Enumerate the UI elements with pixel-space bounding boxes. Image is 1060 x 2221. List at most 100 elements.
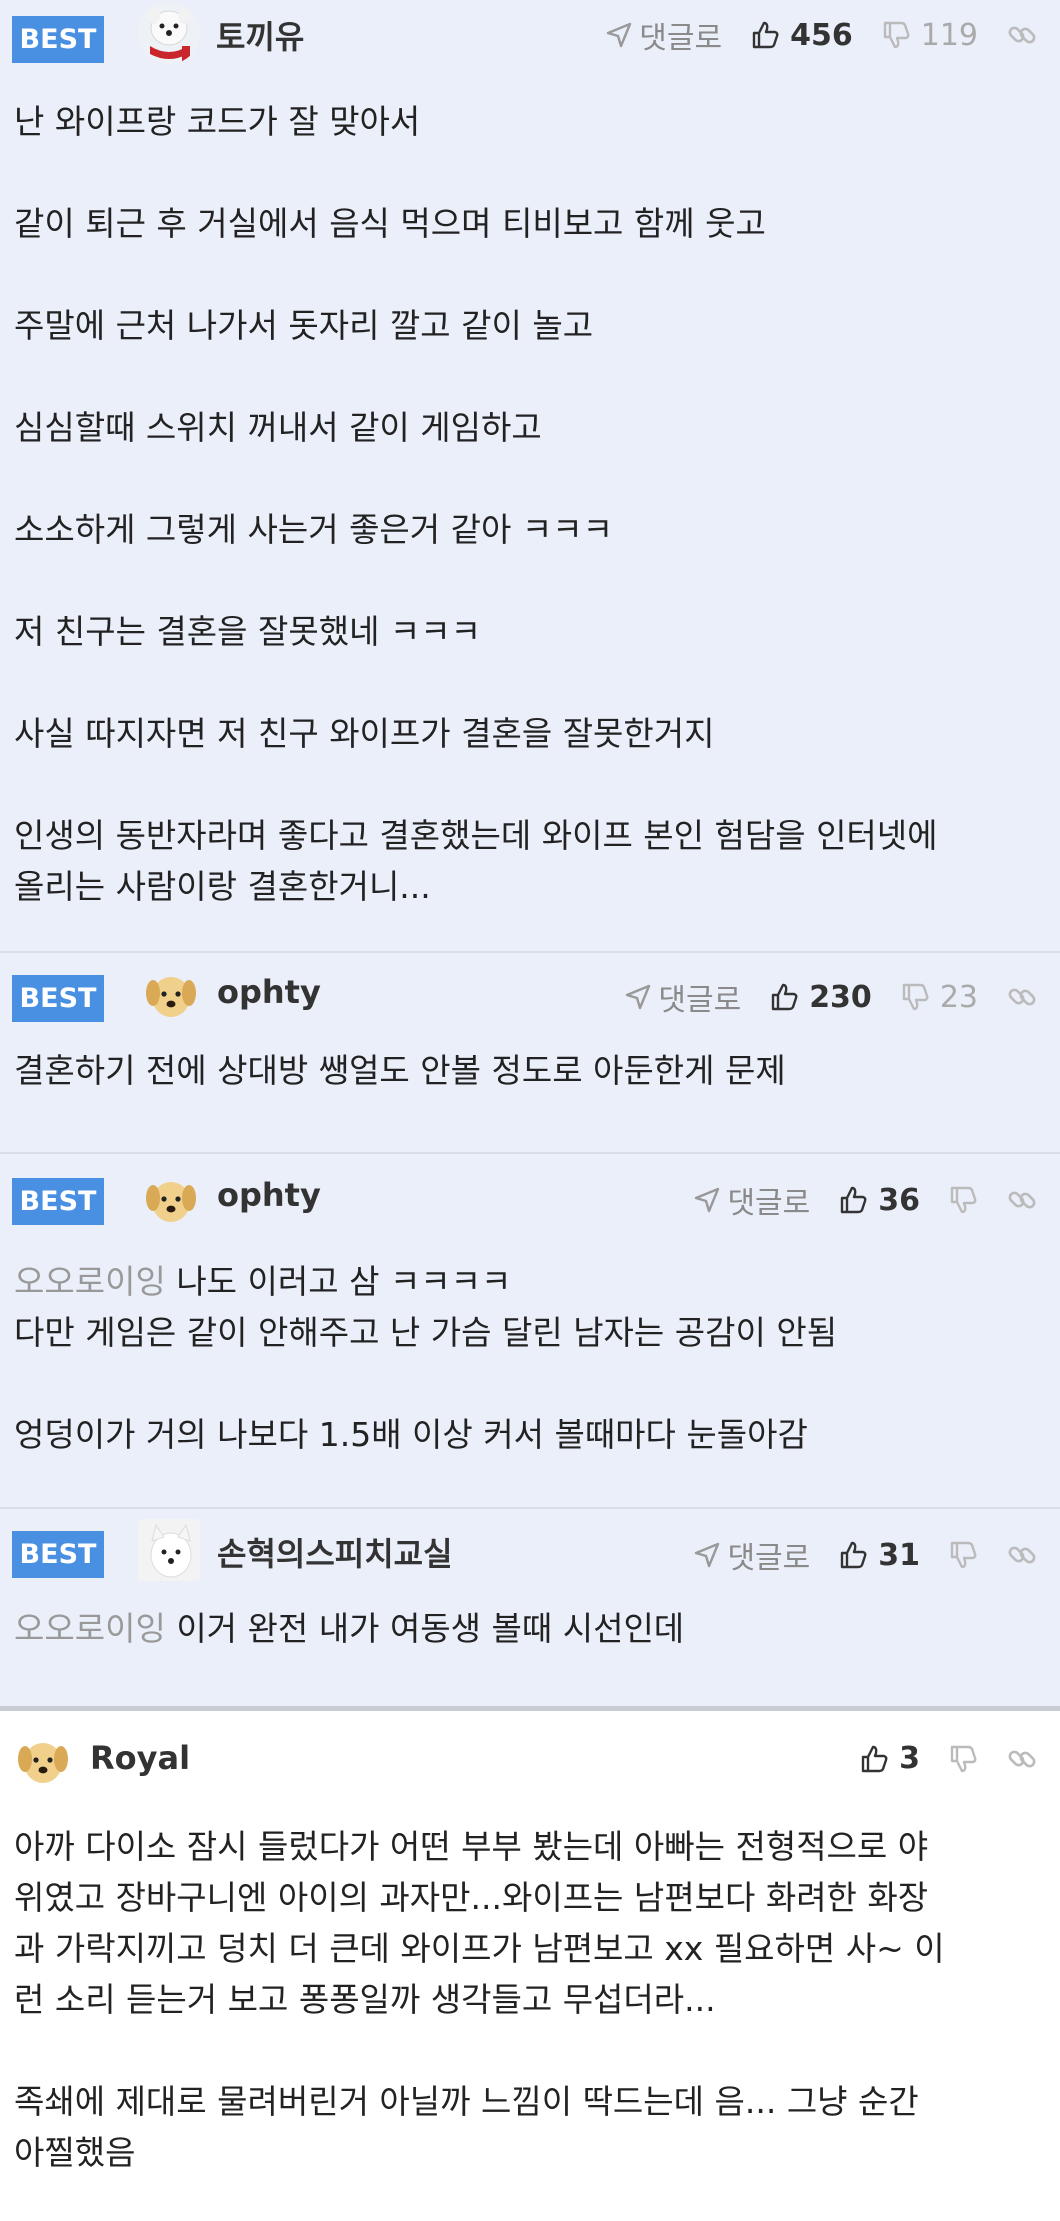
nickname[interactable]: ophty (217, 1176, 321, 1214)
comment-text: 나도 이러고 삼 ㅋㅋㅋㅋ (176, 1262, 512, 1301)
thumbs-down-icon (883, 21, 910, 49)
like-button[interactable]: 456 (750, 18, 853, 53)
reply-button[interactable]: 댓글로 (605, 13, 722, 57)
like-button[interactable]: 36 (838, 1183, 920, 1218)
comment-2: BEST ophty 댓글로 230 23 결혼하기 전에 상대방 쌩얼도 안볼… (0, 953, 1060, 1154)
send-icon (695, 1187, 720, 1213)
comment-paragraph: 사실 따지자면 저 친구 와이프가 결혼을 잘못한거지 (14, 714, 715, 753)
link-button[interactable] (1006, 1184, 1038, 1216)
link-icon (1008, 988, 1036, 1006)
like-button[interactable]: 3 (859, 1741, 920, 1776)
like-count: 36 (878, 1182, 920, 1218)
comment-paragraph: 엉덩이가 거의 나보다 1.5배 이상 커서 볼때마다 눈돌아감 (14, 1415, 808, 1454)
link-button[interactable] (1006, 1539, 1038, 1571)
reply-label: 댓글로 (727, 1186, 811, 1221)
reply-button[interactable]: 댓글로 (693, 1178, 810, 1222)
send-icon (607, 22, 632, 48)
reply-button[interactable]: 댓글로 (624, 975, 741, 1019)
thumbs-up-icon (752, 21, 779, 49)
comment-paragraph: 난 와이프랑 코드가 잘 맞아서 (14, 102, 421, 141)
comment-paragraph: 결혼하기 전에 상대방 쌩얼도 안볼 정도로 아둔한게 문제 (14, 1051, 786, 1090)
dislike-button[interactable] (948, 1744, 978, 1774)
link-icon (1008, 26, 1036, 44)
comment-actions: 댓글로 230 23 (596, 975, 1038, 1019)
comment-paragraph: 소소하게 그렇게 사는거 좋은거 같아 ㅋㅋㅋ (14, 510, 613, 549)
like-count: 3 (899, 1741, 920, 1776)
nickname[interactable]: ophty (217, 973, 321, 1011)
comment-actions: 3 (831, 1741, 1038, 1776)
link-button[interactable] (1006, 1743, 1038, 1775)
avatar[interactable] (138, 1519, 200, 1581)
comment-paragraph: 다만 게임은 같이 안해주고 난 가슴 달린 남자는 공감이 안됨 (14, 1313, 838, 1352)
comment-paragraph: 주말에 근처 나가서 돗자리 깔고 같이 놀고 (14, 306, 594, 345)
comment-first-line: 오오로이잉 나도 이러고 삼 ㅋㅋㅋㅋ (14, 1256, 1046, 1307)
thumbs-down-icon (950, 1186, 977, 1214)
avatar[interactable] (140, 963, 202, 1025)
puppy-avatar-icon (12, 1729, 74, 1791)
comment-paragraph: 인생의 동반자라며 좋다고 결혼했는데 와이프 본인 험담을 인터넷에 올리는 … (14, 816, 938, 906)
comment-5: Royal 3 아까 다이소 잠시 들렀다가 어떤 부부 봤는데 아빠는 전형적… (0, 1711, 1060, 2221)
comment-paragraph: 아까 다이소 잠시 들렀다가 어떤 부부 봤는데 아빠는 전형적으로 야 위였고… (14, 1827, 945, 2019)
dislike-button[interactable]: 23 (900, 980, 978, 1015)
best-badge: BEST (12, 1178, 104, 1225)
thumbs-down-icon (902, 983, 929, 1011)
puppy-avatar-icon (140, 963, 202, 1025)
link-button[interactable] (1006, 981, 1038, 1013)
comment-paragraph: 저 친구는 결혼을 잘못했네 ㅋㅋㅋ (14, 612, 481, 651)
dislike-button[interactable] (948, 1185, 978, 1215)
like-count: 31 (878, 1537, 920, 1573)
comment-body: 아까 다이소 잠시 들렀다가 어떤 부부 봤는데 아빠는 전형적으로 야 위였고… (0, 1791, 1060, 2178)
link-icon (1008, 1191, 1036, 1209)
thumbs-up-icon (771, 983, 798, 1011)
best-badge: BEST (12, 16, 104, 63)
comment-body: 오오로이잉 나도 이러고 삼 ㅋㅋㅋㅋ 다만 게임은 같이 안해주고 난 가슴 … (0, 1234, 1060, 1460)
thumbs-down-icon (950, 1541, 977, 1569)
like-button[interactable]: 230 (769, 980, 872, 1015)
comment-actions: 댓글로 456 119 (577, 13, 1038, 57)
comment-4: BEST 손혁의스피치교실 댓글로 31 오오로이잉 이거 완전 내가 여동생 … (0, 1509, 1060, 1711)
avatar[interactable] (140, 1168, 202, 1230)
dislike-button[interactable] (948, 1540, 978, 1570)
avatar[interactable] (12, 1729, 74, 1791)
nickname[interactable]: 토끼유 (216, 12, 304, 58)
dislike-button[interactable]: 119 (881, 18, 978, 53)
reply-button[interactable]: 댓글로 (693, 1533, 810, 1577)
reply-label: 댓글로 (639, 21, 723, 56)
thumbs-up-icon (841, 1541, 867, 1569)
link-icon (1008, 1750, 1036, 1767)
reply-label: 댓글로 (727, 1541, 811, 1576)
thumbs-up-icon (861, 1745, 888, 1772)
nickname[interactable]: Royal (90, 1739, 190, 1777)
mention-nickname[interactable]: 오오로이잉 (14, 1262, 166, 1301)
comment-first-line: 오오로이잉 이거 완전 내가 여동생 볼때 시선인데 (14, 1603, 1046, 1654)
link-icon (1008, 1546, 1036, 1564)
send-icon (626, 984, 651, 1010)
dislike-count: 119 (920, 17, 978, 53)
comment-1: BEST 토끼유 댓글로 456 119 난 와이프랑 코드가 잘 맞아서 같이… (0, 0, 1060, 953)
best-badge: BEST (12, 1531, 104, 1578)
best-badge: BEST (12, 975, 104, 1022)
send-icon (695, 1542, 720, 1568)
comment-body: 오오로이잉 이거 완전 내가 여동생 볼때 시선인데 (0, 1589, 1060, 1654)
white-dog-avatar-icon (138, 2, 200, 64)
comment-actions: 댓글로 36 (665, 1178, 1038, 1222)
thumbs-down-icon (950, 1745, 977, 1772)
comment-body: 결혼하기 전에 상대방 쌩얼도 안볼 정도로 아둔한게 문제 (0, 1033, 1060, 1096)
dislike-count: 23 (939, 979, 978, 1015)
like-count: 230 (809, 979, 872, 1015)
like-button[interactable]: 31 (838, 1538, 920, 1573)
nickname[interactable]: 손혁의스피치교실 (217, 1529, 453, 1575)
comment-paragraph: 심심할때 스위치 꺼내서 같이 게임하고 (14, 408, 542, 447)
thumbs-up-icon (841, 1186, 867, 1214)
link-button[interactable] (1006, 19, 1038, 51)
like-count: 456 (790, 17, 853, 53)
avatar[interactable] (138, 2, 200, 64)
comment-text: 이거 완전 내가 여동생 볼때 시선인데 (176, 1609, 685, 1648)
puppy-avatar-icon (140, 1168, 202, 1230)
comment-3: BEST ophty 댓글로 36 오오로이잉 나도 이러고 삼 ㅋㅋㅋㅋ 다만… (0, 1154, 1060, 1509)
comment-paragraph: 족쇄에 제대로 물려버린거 아닐까 느낌이 딱드는데 음... 그냥 순간 아찔… (14, 2082, 919, 2172)
comment-actions: 댓글로 31 (665, 1533, 1038, 1577)
white-dog-avatar-icon (138, 1519, 200, 1581)
mention-nickname[interactable]: 오오로이잉 (14, 1609, 166, 1648)
comment-body: 난 와이프랑 코드가 잘 맞아서 같이 퇴근 후 거실에서 음식 먹으며 티비보… (0, 70, 1060, 912)
